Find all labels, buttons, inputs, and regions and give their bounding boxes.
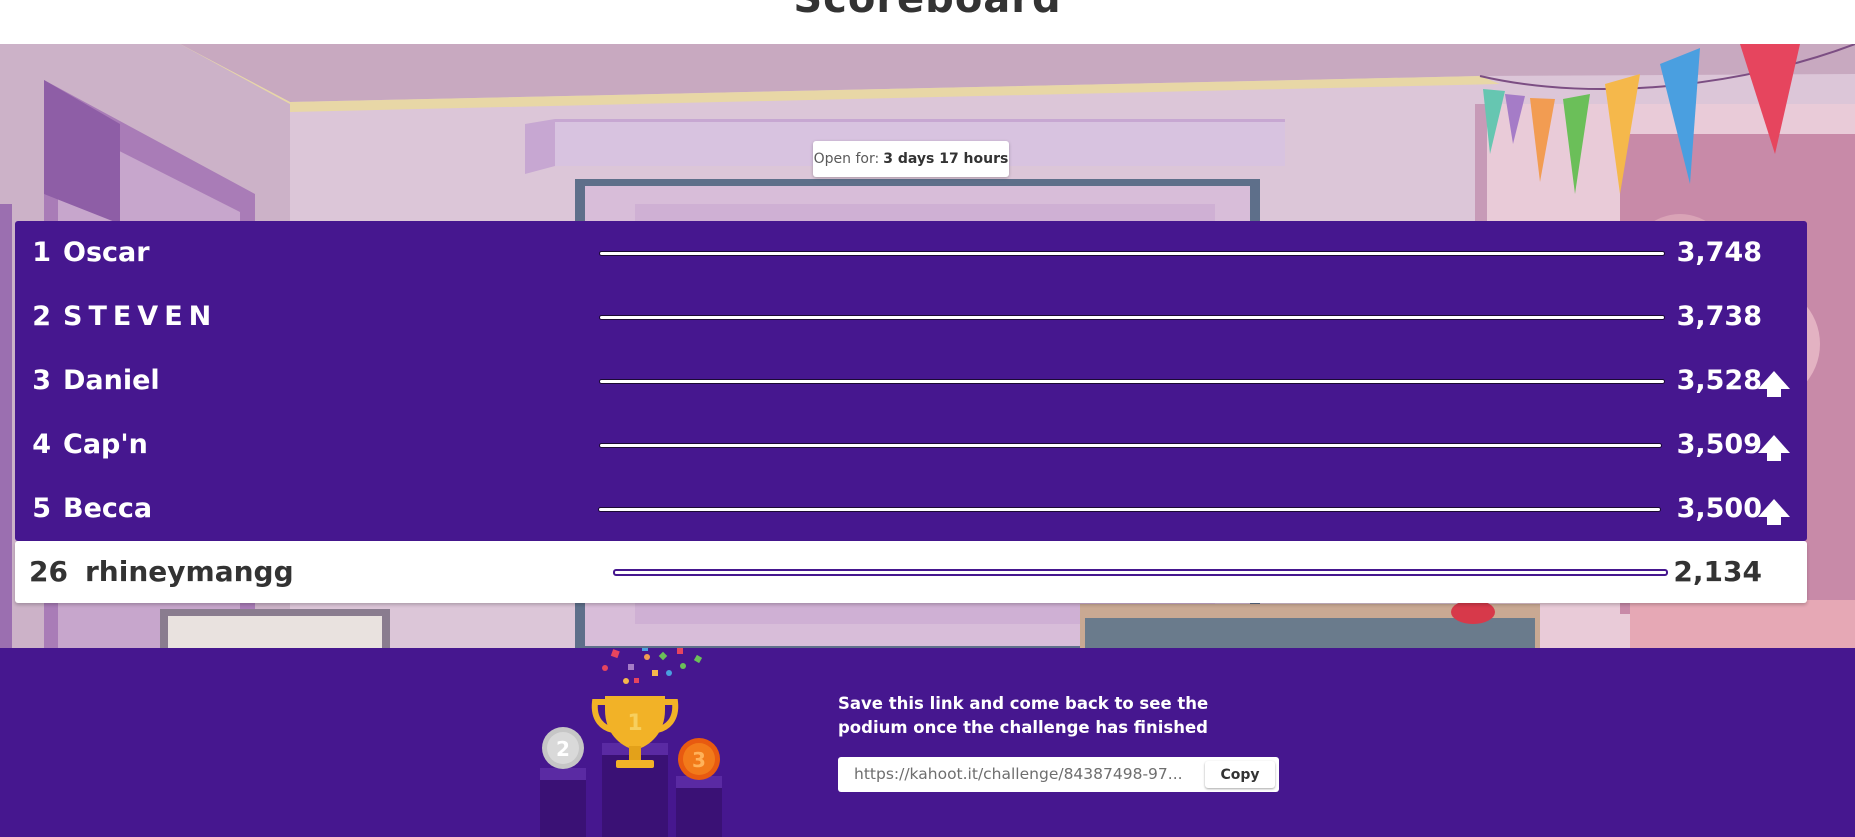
scoreboard-page: Scoreboard <box>0 0 1855 837</box>
trend-up-arrow-icon <box>1758 499 1790 525</box>
trophy-icon: 1 2 3 <box>540 648 722 837</box>
page-title: Scoreboard <box>0 0 1855 22</box>
leaderboard-row: 3 Daniel 3,528 <box>15 349 1807 413</box>
challenge-link-box: Copy <box>838 757 1279 792</box>
player-name: Becca <box>63 493 153 524</box>
player-rank: 3 <box>32 365 51 396</box>
score-bar <box>598 507 1661 512</box>
confetti-icon <box>602 648 703 684</box>
current-player-rank: 26 <box>29 555 68 588</box>
current-player-row: 26 rhineymangg 2,134 <box>15 541 1807 603</box>
bronze-medal-icon: 3 <box>678 738 720 780</box>
header: Scoreboard <box>0 0 1855 44</box>
svg-text:2: 2 <box>556 737 570 761</box>
svg-text:1: 1 <box>627 711 642 736</box>
player-rank: 2 <box>32 301 51 332</box>
open-duration-value: 3 days 17 hours <box>883 151 1009 167</box>
leaderboard-row: 1 Oscar 3,748 <box>15 221 1807 285</box>
player-rank: 5 <box>32 493 51 524</box>
leaderboard-row: 4 Cap'n 3,509 <box>15 413 1807 477</box>
player-name: STEVEN <box>63 301 218 332</box>
score-bar <box>599 315 1665 320</box>
player-score: 3,748 <box>1676 237 1762 268</box>
svg-text:3: 3 <box>692 748 706 772</box>
player-name: Oscar <box>63 237 150 268</box>
trend-up-arrow-icon <box>1758 435 1790 461</box>
trend-up-arrow-icon <box>1758 371 1790 397</box>
leaderboard: 1 Oscar 3,748 2 STEVEN 3,738 3 Daniel 3,… <box>15 221 1807 541</box>
player-score: 3,500 <box>1676 493 1762 524</box>
current-player-score-bar <box>613 569 1668 576</box>
current-player-name: rhineymangg <box>85 555 294 588</box>
player-rank: 1 <box>32 237 51 268</box>
player-score: 3,509 <box>1676 429 1762 460</box>
save-link-message: Save this link and come back to see the … <box>838 694 1209 737</box>
player-name: Daniel <box>63 365 160 396</box>
score-bar <box>599 443 1662 448</box>
score-bar <box>599 251 1665 256</box>
footer: 1 2 3 Save this link and come back to se… <box>0 648 1855 837</box>
score-bar <box>599 379 1665 384</box>
open-duration-label: Open for: <box>813 151 880 167</box>
silver-medal-icon: 2 <box>542 727 584 769</box>
player-name: Cap'n <box>63 429 148 460</box>
player-rank: 4 <box>32 429 51 460</box>
player-score: 3,738 <box>1676 301 1762 332</box>
challenge-link-input[interactable] <box>838 757 1203 792</box>
player-score: 3,528 <box>1676 365 1762 396</box>
copy-link-button[interactable]: Copy <box>1205 761 1275 788</box>
leaderboard-row: 2 STEVEN 3,738 <box>15 285 1807 349</box>
leaderboard-row: 5 Becca 3,500 <box>15 477 1807 541</box>
open-duration-badge: Open for: 3 days 17 hours <box>813 141 1009 177</box>
current-player-score: 2,134 <box>1673 555 1762 588</box>
